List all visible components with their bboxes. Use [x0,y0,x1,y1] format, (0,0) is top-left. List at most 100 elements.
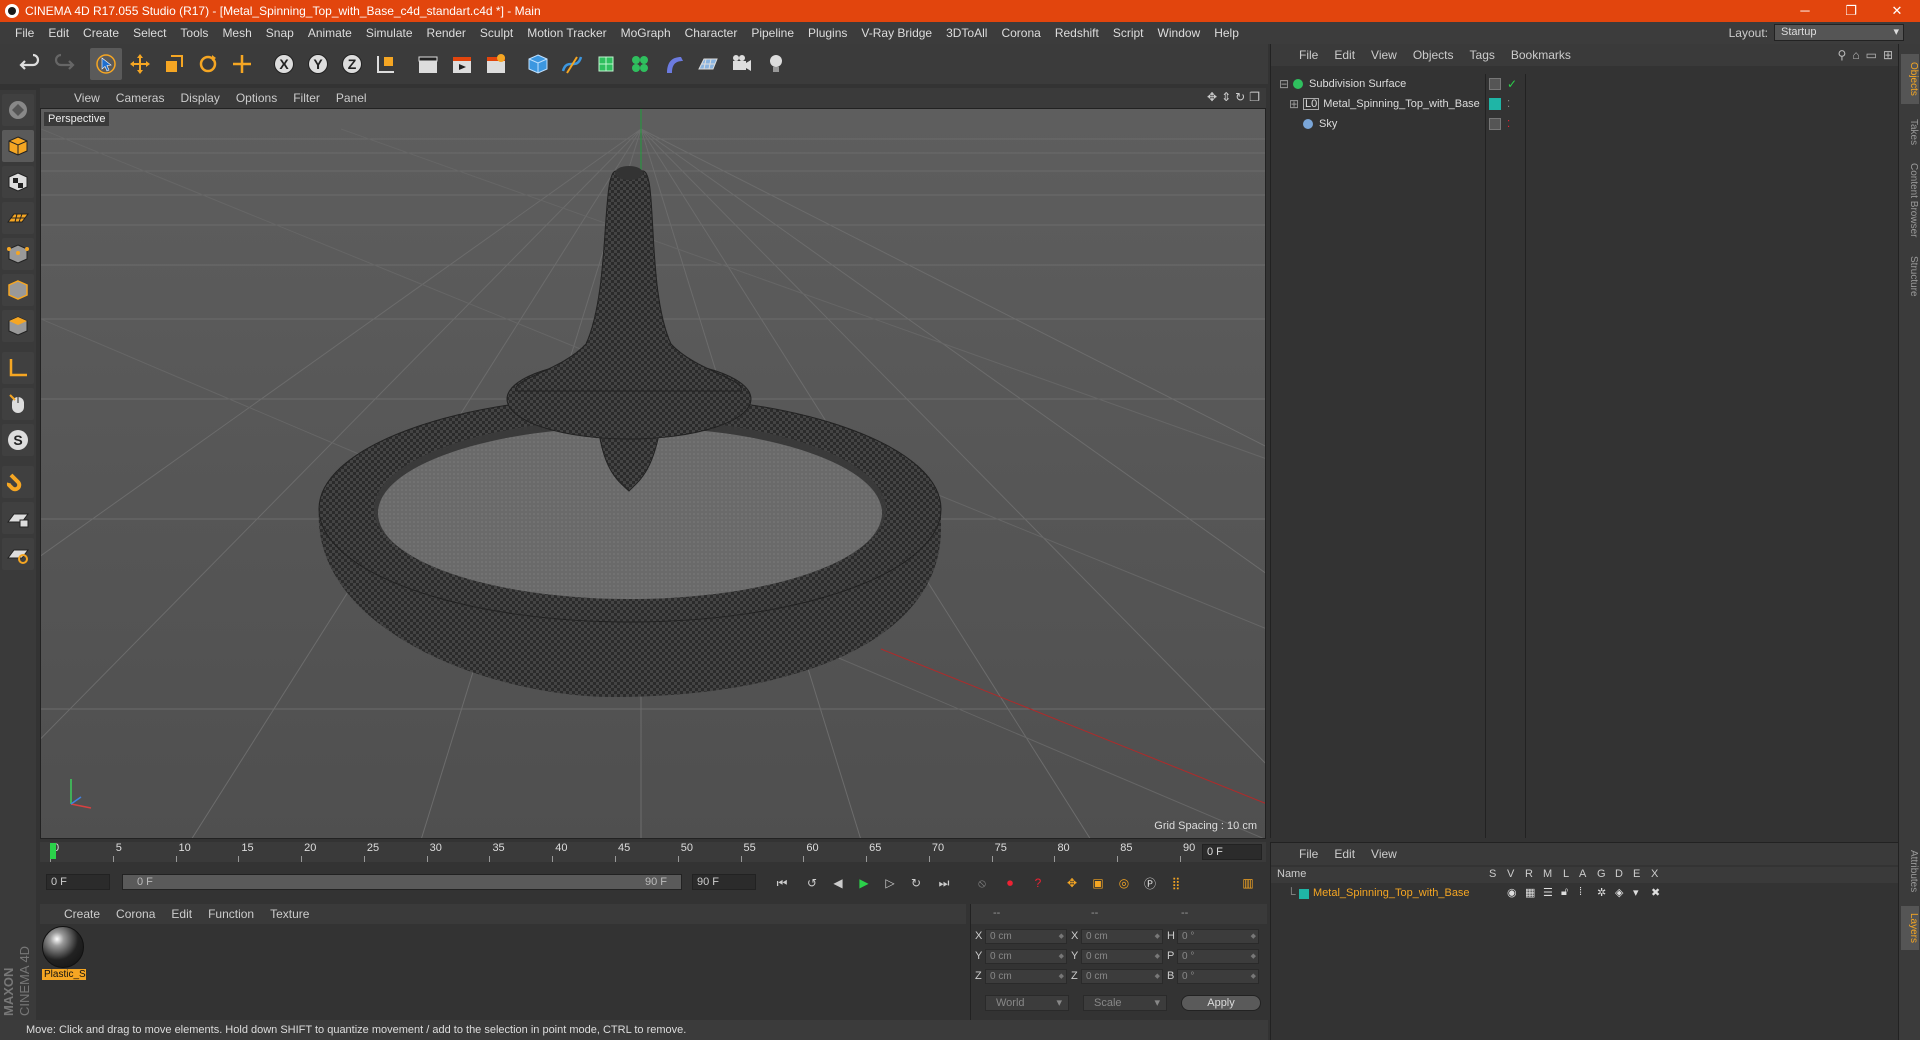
timeline-window-button[interactable]: ▥ [1236,873,1260,893]
menu-edit[interactable]: Edit [41,26,76,40]
solo-dot-icon[interactable] [1491,889,1501,899]
axis-mode-button[interactable] [2,352,34,384]
menu-redshift[interactable]: Redshift [1048,26,1106,40]
cloner-button[interactable] [624,48,656,80]
expand-icon[interactable]: ⊞ [1883,48,1893,62]
generator-icon[interactable]: ✲ [1597,886,1606,899]
menu-character[interactable]: Character [678,26,745,40]
xref-icon[interactable]: ✖ [1651,886,1660,899]
zoom-view-icon[interactable]: ⇕ [1221,90,1231,104]
collapse-icon[interactable]: ⊟ [1279,77,1289,91]
tweak-mode-button[interactable] [2,388,34,420]
menu-snap[interactable]: Snap [259,26,301,40]
viewport-menu-filter[interactable]: Filter [285,91,328,105]
viewport-menu-options[interactable]: Options [228,91,285,105]
material-menu-texture[interactable]: Texture [262,907,317,921]
menu-pipeline[interactable]: Pipeline [744,26,801,40]
tab-structure[interactable]: Structure [1901,248,1919,304]
menu-select[interactable]: Select [126,26,173,40]
layout-dropdown[interactable]: Startup [1774,24,1904,41]
close-button[interactable]: ✕ [1874,0,1920,22]
next-frame-button[interactable]: ▷ [878,873,902,893]
tab-objects[interactable]: Objects [1901,54,1919,104]
column-divider[interactable] [1485,74,1486,838]
menu-tools[interactable]: Tools [173,26,215,40]
undo-button[interactable] [14,48,46,80]
y-axis-lock-button[interactable]: Y [302,48,334,80]
pan-view-icon[interactable]: ✥ [1207,90,1217,104]
expression-icon[interactable]: ▾ [1633,886,1639,899]
planar-workplane-button[interactable] [2,538,34,570]
next-key-button[interactable]: ↻ [904,873,928,893]
layer-col-manager[interactable]: M [1543,868,1552,880]
layer-col-render[interactable]: R [1525,868,1533,880]
editor-visibility-icon[interactable] [1489,118,1501,130]
minimize-button[interactable]: ─ [1782,0,1828,22]
snap-button[interactable] [2,466,34,498]
transform-tool-button[interactable] [226,48,258,80]
current-frame-field[interactable]: 0 F [1202,844,1262,860]
object-menu-edit[interactable]: Edit [1326,48,1363,62]
menu-render[interactable]: Render [420,26,473,40]
menu-help[interactable]: Help [1207,26,1246,40]
rotation-h-field[interactable]: 0 ° [1177,928,1259,944]
layer-color-icon[interactable] [1489,98,1501,110]
render-view-button[interactable] [412,48,444,80]
new-window-icon[interactable]: ▭ [1866,48,1877,62]
size-z-field[interactable]: 0 cm [1081,968,1163,984]
size-mode-dropdown[interactable]: Scale [1083,995,1167,1011]
workplane-lock-button[interactable] [2,502,34,534]
key-pla-button[interactable]: ⣿ [1164,873,1188,893]
rotation-b-field[interactable]: 0 ° [1177,968,1259,984]
coordinate-system-button[interactable] [370,48,402,80]
render-visibility-dots-icon[interactable]: ⁚ [1507,119,1510,130]
edges-mode-button[interactable] [2,274,34,306]
tab-layers[interactable]: Layers [1901,906,1919,950]
layer-col-deformers[interactable]: D [1615,868,1623,880]
object-menu-view[interactable]: View [1363,48,1405,62]
render-settings-button[interactable] [480,48,512,80]
3d-viewport[interactable]: Perspective Grid Spacing : 10 cm [40,108,1266,839]
tab-attributes[interactable]: Attributes [1901,842,1919,900]
home-icon[interactable]: ⌂ [1852,48,1859,62]
layer-color-swatch[interactable] [1299,889,1309,899]
redo-button[interactable] [48,48,80,80]
rotate-tool-button[interactable] [192,48,224,80]
live-selection-button[interactable] [90,48,122,80]
editor-visibility-icon[interactable] [1489,78,1501,90]
tab-takes[interactable]: Takes [1901,112,1919,152]
render-icon[interactable]: ▦ [1525,886,1535,899]
layer-col-name[interactable]: Name [1277,868,1306,880]
key-rotation-button[interactable]: ◎ [1112,873,1136,893]
menu-create[interactable]: Create [76,26,126,40]
floor-button[interactable] [692,48,724,80]
menu-plugins[interactable]: Plugins [801,26,854,40]
position-z-field[interactable]: 0 cm [985,968,1067,984]
size-y-field[interactable]: 0 cm [1081,948,1163,964]
model-mode-button[interactable] [2,130,34,162]
start-frame-field[interactable]: 0 F [46,874,110,890]
viewport-menu-cameras[interactable]: Cameras [108,91,173,105]
viewport-menu-view[interactable]: View [66,91,108,105]
menu-motion-tracker[interactable]: Motion Tracker [520,26,613,40]
layer-col-view[interactable]: V [1507,868,1514,880]
prev-key-button[interactable]: ↺ [800,873,824,893]
layer-col-generators[interactable]: G [1597,868,1606,880]
layer-col-solo[interactable]: S [1489,868,1496,880]
size-x-field[interactable]: 0 cm [1081,928,1163,944]
object-menu-file[interactable]: File [1291,48,1326,62]
camera-button[interactable] [726,48,758,80]
coordinate-space-dropdown[interactable]: World [985,995,1069,1011]
menu-mesh[interactable]: Mesh [215,26,258,40]
menu-mograph[interactable]: MoGraph [614,26,678,40]
key-position-button[interactable]: ✥ [1060,873,1084,893]
record-keys-button[interactable]: ⦸ [970,873,994,893]
menu-simulate[interactable]: Simulate [359,26,420,40]
material-menu-function[interactable]: Function [200,907,262,921]
toggle-layout-icon[interactable]: ❐ [1249,90,1260,104]
eye-icon[interactable]: ◉ [1507,886,1517,899]
make-editable-button[interactable] [2,94,34,126]
rotation-p-field[interactable]: 0 ° [1177,948,1259,964]
layer-col-locked[interactable]: L [1563,868,1569,880]
visibility-dots-icon[interactable]: ⁚ [1507,99,1510,110]
